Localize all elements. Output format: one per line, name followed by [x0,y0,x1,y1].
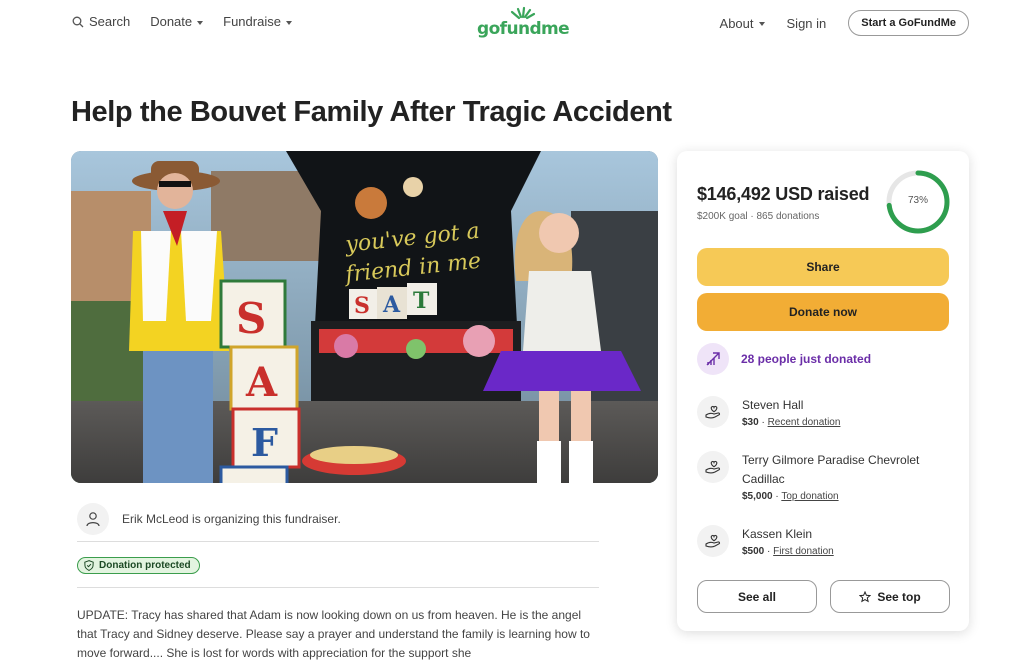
donation-hand-icon [697,525,729,557]
donor-amount: $5,000 [742,491,773,502]
top-nav: Search Donate Fundraise gofundme About S… [0,0,1024,48]
progress-percent: 73% [907,195,928,206]
donation-type-link[interactable]: Top donation [781,491,838,502]
fundraise-menu[interactable]: Fundraise [223,14,292,29]
organizer-text: Erik McLeod is organizing this fundraise… [122,511,341,526]
about-menu-label: About [719,15,754,31]
progress-ring: 73% [885,169,951,235]
donor-name: Kassen Klein [742,527,813,541]
donate-now-button[interactable]: Donate now [697,293,949,331]
donation-protected-label: Donation protected [99,560,191,571]
recent-donations-text: 28 people just donated [741,352,872,366]
about-menu[interactable]: About [720,16,765,31]
fundraiser-photo-illustration: you've got a friend in me S A T S A F [71,151,658,483]
sprout-icon [510,6,536,20]
svg-text:F: F [251,420,278,465]
donor-name: Steven Hall [742,398,804,412]
svg-text:S: S [236,294,266,343]
search-icon [72,16,84,27]
svg-text:T: T [413,288,430,314]
protection-row: Donation protected [77,544,599,588]
donor-name: Terry Gilmore Paradise Chevrolet Cadilla… [742,453,920,486]
donation-type-link[interactable]: Recent donation [768,417,841,428]
see-all-button[interactable]: See all [697,580,817,613]
recent-donations-row[interactable]: 28 people just donated [697,343,871,375]
see-top-button[interactable]: See top [830,580,950,613]
page-title: Help the Bouvet Family After Tragic Acci… [71,96,672,128]
amount-raised: $146,492 USD raised [697,184,870,204]
star-icon [859,590,872,602]
donor-item: Terry Gilmore Paradise Chevrolet Cadilla… [697,451,949,502]
share-button[interactable]: Share [697,248,949,286]
chevron-down-icon [758,22,765,26]
donation-hand-icon [697,396,729,428]
donate-menu-label: Donate [150,14,193,29]
chevron-down-icon [285,20,292,25]
donation-panel: $146,492 USD raised $200K goal · 865 don… [677,151,969,631]
svg-text:S: S [354,293,370,319]
donor-item: Steven Hall $30 · Recent donation [697,396,949,428]
fundraise-menu-label: Fundraise [223,14,281,29]
chevron-down-icon [197,20,204,25]
start-gofundme-button[interactable]: Start a GoFundMe [848,10,969,36]
story-text: UPDATE: Tracy has shared that Adam is no… [77,608,590,660]
search-label: Search [89,14,131,29]
goal-summary: $200K goal · 865 donations [697,211,819,222]
donation-count: 865 donations [756,211,820,222]
donation-type-link[interactable]: First donation [773,546,834,557]
svg-text:A: A [382,292,401,318]
organizer-row[interactable]: Erik McLeod is organizing this fundraise… [77,496,599,542]
donate-menu[interactable]: Donate [150,14,204,29]
gofundme-logo[interactable]: gofundme [477,6,570,40]
donor-amount: $30 [742,417,759,428]
fundraiser-photo[interactable]: you've got a friend in me S A T S A F [71,151,658,483]
trending-icon [697,343,729,375]
search-link[interactable]: Search [72,14,130,29]
logo-text: gofundme [477,19,570,39]
donor-item: Kassen Klein $500 · First donation [697,525,949,557]
see-top-label: See top [877,589,921,604]
svg-text:A: A [245,359,278,406]
donor-amount: $500 [742,546,765,557]
goal-amount: $200K goal [697,211,748,222]
shield-icon [84,560,94,571]
user-icon [86,511,100,526]
organizer-avatar [77,502,109,535]
sign-in-link[interactable]: Sign in [787,16,827,31]
donation-protected-badge[interactable]: Donation protected [77,557,200,574]
donation-hand-icon [697,451,729,483]
